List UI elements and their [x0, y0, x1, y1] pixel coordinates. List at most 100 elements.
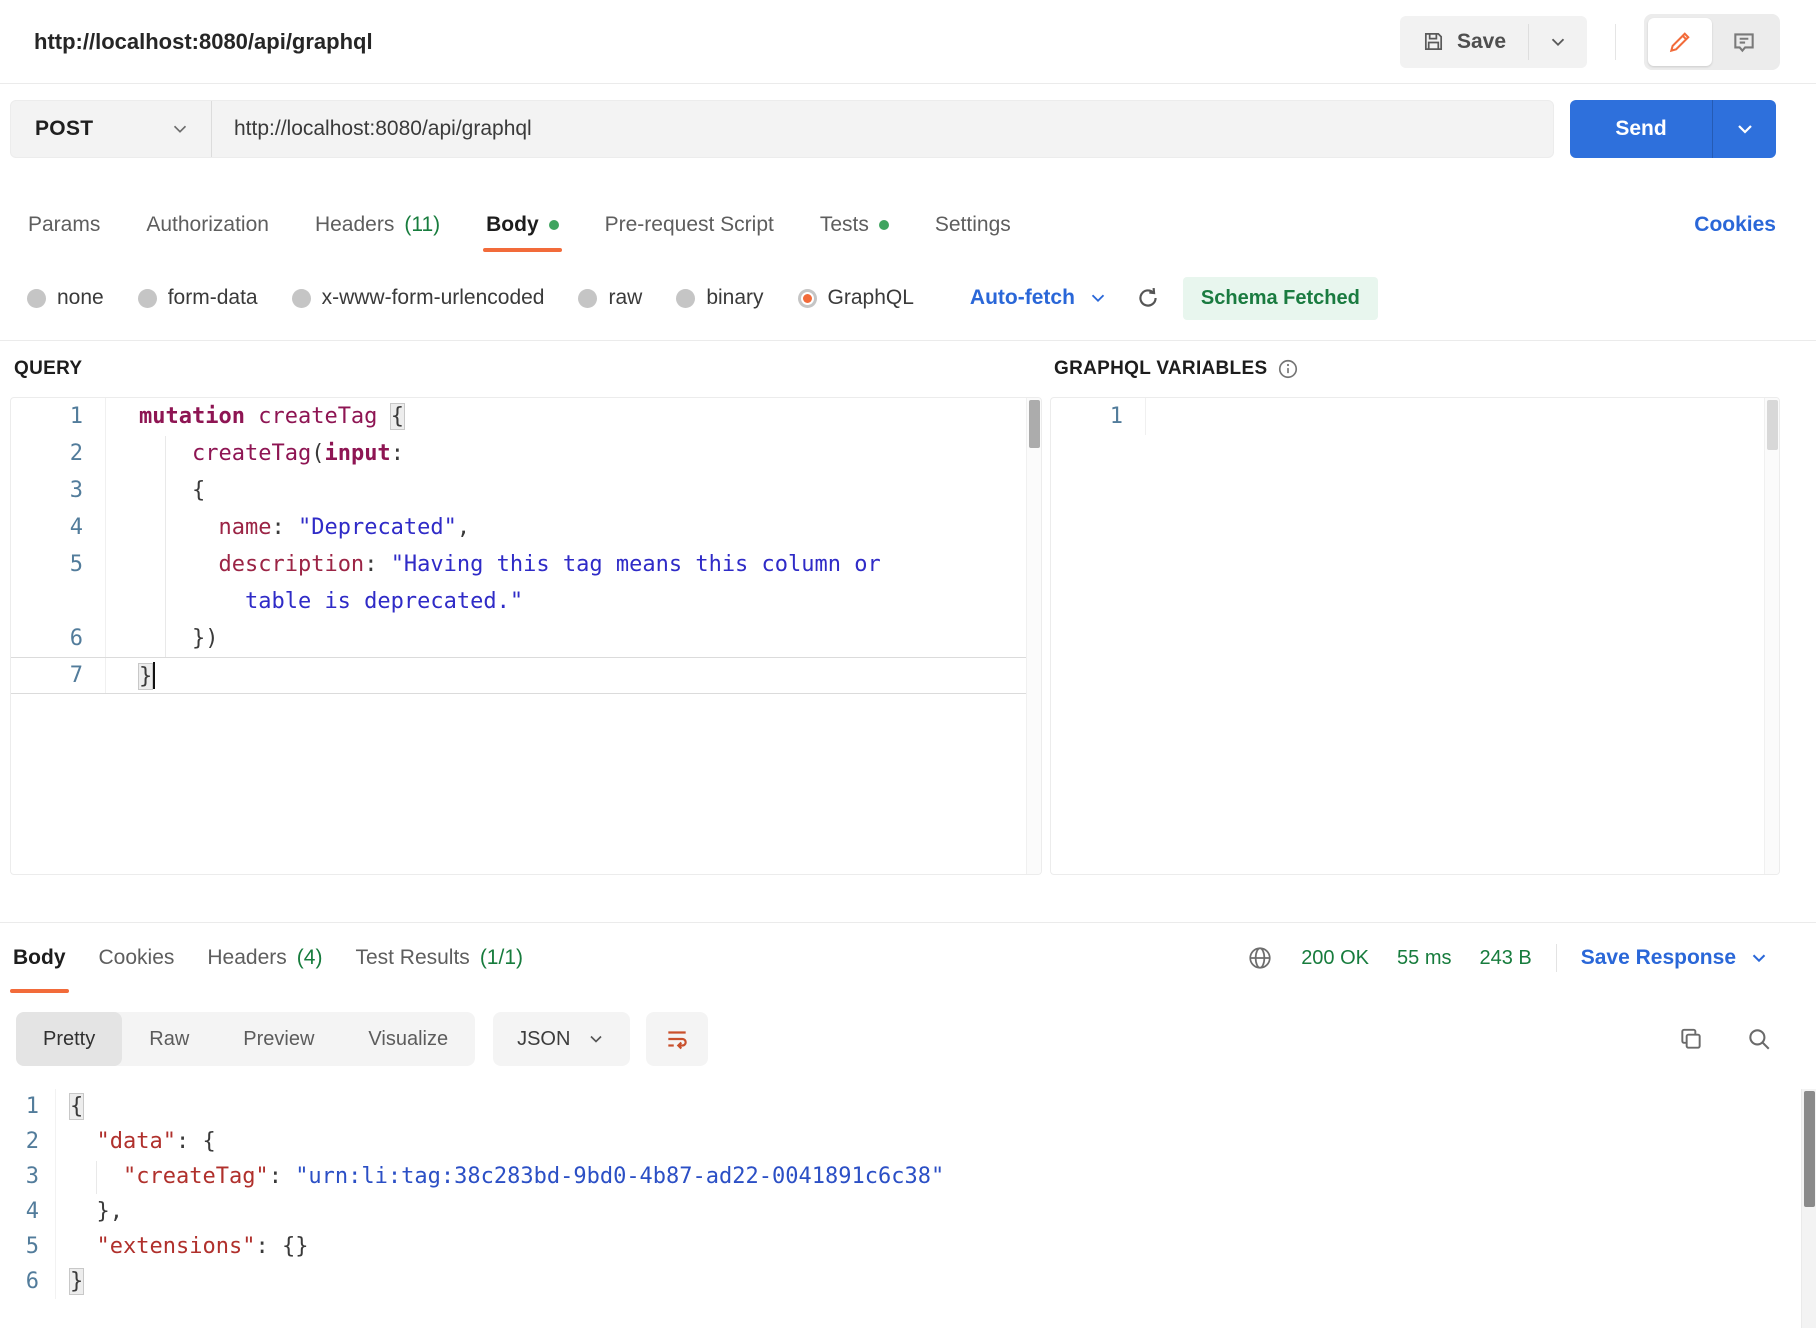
line-number: 3	[11, 472, 106, 509]
view-tab-preview[interactable]: Preview	[216, 1012, 341, 1066]
tab-settings[interactable]: Settings	[935, 198, 1011, 252]
code-token: :	[269, 1164, 296, 1189]
line-content: },	[56, 1199, 123, 1224]
code-token	[139, 589, 245, 614]
tab-label: Params	[28, 213, 100, 237]
tab-label: Body	[13, 946, 66, 970]
body-type-x-www-form-urlencoded[interactable]: x-www-form-urlencoded	[292, 286, 545, 310]
tab-pre-request-script[interactable]: Pre-request Script	[605, 198, 774, 252]
tab-tests[interactable]: Tests	[820, 198, 889, 252]
code-token: : {	[176, 1129, 216, 1154]
doc-comment-toggle	[1644, 14, 1780, 70]
tab-authorization[interactable]: Authorization	[146, 198, 269, 252]
floppy-icon	[1422, 30, 1445, 53]
response-header: Body Cookies Headers(4) Test Results(1/1) 2…	[0, 923, 1816, 993]
tab-body[interactable]: Body	[486, 198, 559, 252]
line-content: description: "Having this tag means this…	[106, 552, 881, 577]
refresh-schema-button[interactable]	[1135, 285, 1161, 311]
method-value: POST	[35, 117, 93, 141]
send-options-button[interactable]	[1712, 100, 1776, 158]
indent-guide	[165, 436, 166, 657]
body-type-form-data[interactable]: form-data	[138, 286, 258, 310]
wrap-lines-icon	[664, 1026, 690, 1052]
request-title-bar: http://localhost:8080/api/graphql Save	[0, 0, 1816, 84]
code-line: 2 "data": {	[0, 1124, 1816, 1159]
info-icon[interactable]	[1277, 358, 1299, 380]
body-type-none[interactable]: none	[27, 286, 104, 310]
wrap-lines-button[interactable]	[646, 1012, 708, 1066]
body-type-graphql[interactable]: GraphQL	[798, 286, 914, 310]
code-token: })	[192, 626, 219, 651]
graphql-editors: QUERY 1mutation createTag {2 createTag(i…	[0, 341, 1816, 875]
radio-label: binary	[706, 286, 763, 310]
response-time[interactable]: 55 ms	[1397, 947, 1451, 970]
body-type-row: none form-data x-www-form-urlencoded raw bin…	[0, 272, 1816, 324]
tab-label: Headers	[207, 946, 286, 970]
code-token: :	[364, 552, 391, 577]
comment-icon	[1731, 29, 1757, 55]
response-tab-cookies[interactable]: Cookies	[99, 923, 175, 993]
line-number: 2	[0, 1124, 56, 1159]
scrollbar-thumb[interactable]	[1804, 1091, 1815, 1207]
tab-label: Cookies	[99, 946, 175, 970]
code-line: 1{	[0, 1089, 1816, 1124]
body-type-raw[interactable]: raw	[578, 286, 642, 310]
line-content: "createTag": "urn:li:tag:38c283bd-9bd0-4…	[56, 1164, 944, 1189]
response-tab-body[interactable]: Body	[13, 923, 66, 993]
response-status[interactable]: 200 OK	[1301, 947, 1369, 970]
save-button[interactable]: Save	[1400, 16, 1528, 68]
line-content: name: "Deprecated",	[106, 515, 470, 540]
copy-response-button[interactable]	[1678, 1026, 1704, 1052]
comments-button[interactable]	[1712, 18, 1776, 66]
response-scrollbar[interactable]	[1801, 1089, 1816, 1328]
radio-icon	[27, 289, 46, 308]
variables-scrollbar[interactable]	[1764, 398, 1779, 874]
body-type-binary[interactable]: binary	[676, 286, 763, 310]
cookies-link[interactable]: Cookies	[1694, 213, 1776, 237]
response-tab-test-results[interactable]: Test Results(1/1)	[355, 923, 523, 993]
save-options-button[interactable]	[1529, 16, 1587, 68]
response-body-viewer[interactable]: 1{2 "data": {3 "createTag": "urn:li:tag:…	[0, 1089, 1816, 1328]
view-tab-pretty[interactable]: Pretty	[16, 1012, 122, 1066]
autofetch-dropdown[interactable]: Auto-fetch	[970, 286, 1109, 310]
search-response-button[interactable]	[1746, 1026, 1772, 1052]
code-token: description	[218, 552, 364, 577]
send-button[interactable]: Send	[1570, 100, 1712, 158]
response-tab-headers[interactable]: Headers(4)	[207, 923, 322, 993]
view-tab-visualize[interactable]: Visualize	[341, 1012, 475, 1066]
globe-icon[interactable]	[1247, 945, 1273, 971]
line-number: 1	[0, 1089, 56, 1124]
chevron-down-icon	[169, 118, 191, 140]
radio-icon	[676, 289, 695, 308]
url-input[interactable]: http://localhost:8080/api/graphql	[212, 101, 1553, 157]
save-button-group: Save	[1400, 16, 1587, 68]
code-token	[245, 404, 258, 429]
format-select[interactable]: JSON	[493, 1012, 630, 1066]
url-combo: POST http://localhost:8080/api/graphql	[10, 100, 1554, 158]
code-token	[139, 515, 218, 540]
radio-icon	[798, 289, 817, 308]
tab-params[interactable]: Params	[28, 198, 100, 252]
edit-mode-button[interactable]	[1648, 18, 1712, 66]
code-line: 1mutation createTag {	[11, 398, 1041, 435]
line-content: {	[106, 478, 205, 503]
method-select[interactable]: POST	[11, 101, 211, 157]
code-token: name	[218, 515, 271, 540]
view-tab-raw[interactable]: Raw	[122, 1012, 216, 1066]
line-number: 1	[11, 398, 106, 435]
scrollbar-thumb[interactable]	[1029, 400, 1040, 448]
chevron-down-icon	[1748, 947, 1770, 969]
query-scrollbar[interactable]	[1026, 398, 1041, 874]
variables-panel-title: GRAPHQL VARIABLES	[1054, 358, 1267, 380]
code-line: 5 "extensions": {}	[0, 1229, 1816, 1264]
save-response-button[interactable]: Save Response	[1581, 946, 1770, 970]
radio-icon	[138, 289, 157, 308]
scrollbar-thumb[interactable]	[1767, 400, 1778, 450]
modified-dot-icon	[549, 220, 559, 230]
response-size[interactable]: 243 B	[1479, 947, 1531, 970]
chevron-down-icon	[1733, 117, 1757, 141]
code-token: table is deprecated."	[245, 589, 523, 614]
tab-headers[interactable]: Headers(11)	[315, 198, 440, 252]
variables-editor[interactable]: 1	[1050, 397, 1780, 875]
query-editor[interactable]: 1mutation createTag {2 createTag(input:3…	[10, 397, 1042, 875]
